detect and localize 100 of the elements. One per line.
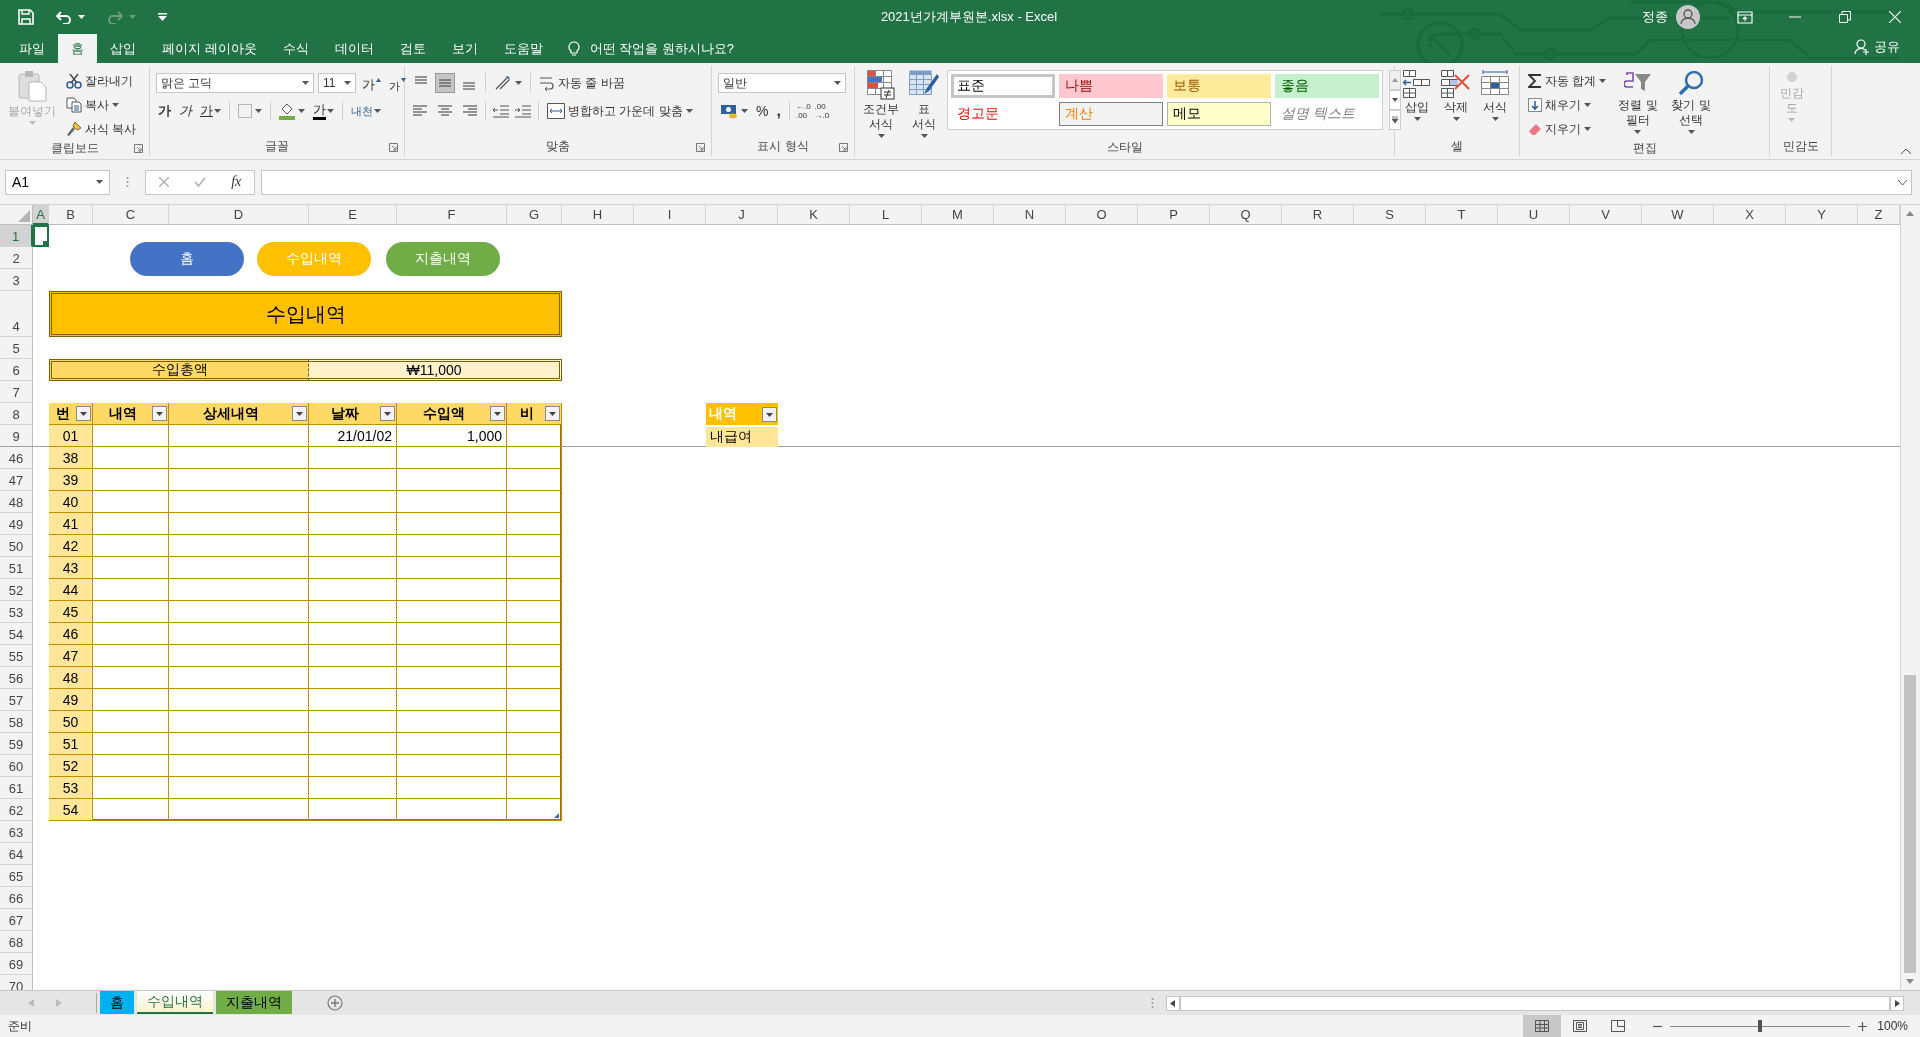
find-select-button[interactable]: 찾기 및 선택 bbox=[1667, 70, 1715, 134]
column-header[interactable]: M bbox=[922, 205, 994, 225]
format-painter-button[interactable]: 서식 복사 bbox=[64, 118, 139, 140]
row-header[interactable]: 46 bbox=[0, 447, 33, 469]
row-header[interactable]: 1 bbox=[0, 225, 33, 247]
sheet-tab[interactable]: 홈 bbox=[100, 991, 134, 1014]
column-header[interactable]: V bbox=[1570, 205, 1642, 225]
wrap-text-button[interactable]: 자동 줄 바꿈 bbox=[537, 72, 627, 94]
row-header[interactable]: 4 bbox=[0, 291, 33, 337]
row-header[interactable]: 53 bbox=[0, 601, 33, 623]
increase-decimal-button[interactable]: ←.0 .00 bbox=[795, 102, 811, 120]
row-header[interactable]: 51 bbox=[0, 557, 33, 579]
cut-button[interactable]: 잘라내기 bbox=[64, 70, 139, 92]
row-header[interactable]: 5 bbox=[0, 337, 33, 359]
grow-font-button[interactable]: 가 bbox=[360, 72, 383, 94]
column-header[interactable]: F bbox=[397, 205, 507, 225]
ribbon-tab[interactable]: 보기 bbox=[438, 34, 491, 63]
row-header[interactable]: 69 bbox=[0, 953, 33, 975]
row-header[interactable]: 56 bbox=[0, 667, 33, 689]
table-format-button[interactable]: 표 서식 bbox=[907, 70, 941, 138]
column-header[interactable]: B bbox=[49, 205, 93, 225]
row-header[interactable]: 64 bbox=[0, 843, 33, 865]
zoom-level[interactable]: 100% bbox=[1877, 1019, 1908, 1033]
conditional-format-button[interactable]: 조건부 서식 bbox=[861, 70, 901, 138]
autosum-button[interactable]: 자동 합계 bbox=[1526, 70, 1609, 92]
cell-style[interactable]: 나쁨 bbox=[1059, 74, 1163, 98]
sheet-tab[interactable]: 수입내역 bbox=[137, 991, 213, 1014]
column-header[interactable]: Y bbox=[1786, 205, 1858, 225]
column-header[interactable]: W bbox=[1642, 205, 1714, 225]
column-header[interactable]: E bbox=[309, 205, 397, 225]
font-size-field[interactable]: 11 bbox=[318, 73, 356, 93]
column-header[interactable]: Q bbox=[1210, 205, 1282, 225]
column-header[interactable]: Z bbox=[1858, 205, 1900, 225]
column-header[interactable]: C bbox=[93, 205, 169, 225]
row-header[interactable]: 66 bbox=[0, 887, 33, 909]
column-header[interactable]: K bbox=[778, 205, 850, 225]
cell-style[interactable]: 표준 bbox=[951, 74, 1055, 98]
row-header[interactable]: 65 bbox=[0, 865, 33, 887]
ribbon-tab[interactable]: 도움말 bbox=[490, 34, 556, 63]
row-header[interactable]: 8 bbox=[0, 403, 33, 425]
delete-cells-button[interactable]: 삭제 bbox=[1439, 70, 1473, 121]
ribbon-tab[interactable]: 파일 bbox=[6, 34, 58, 63]
tell-me-field[interactable]: 어떤 작업을 원하시나요? bbox=[587, 40, 742, 57]
row-header[interactable]: 50 bbox=[0, 535, 33, 557]
nav-button[interactable]: 홈 bbox=[130, 242, 244, 276]
percent-button[interactable]: % bbox=[754, 100, 771, 122]
row-header[interactable]: 62 bbox=[0, 799, 33, 821]
column-header[interactable]: N bbox=[994, 205, 1066, 225]
format-cells-button[interactable]: 서식 bbox=[1479, 70, 1511, 121]
column-header[interactable]: J bbox=[706, 205, 778, 225]
row-header[interactable]: 6 bbox=[0, 359, 33, 381]
column-header[interactable]: P bbox=[1138, 205, 1210, 225]
underline-button[interactable]: 가 bbox=[198, 100, 223, 122]
row-header[interactable]: 47 bbox=[0, 469, 33, 491]
row-header[interactable]: 48 bbox=[0, 491, 33, 513]
clear-button[interactable]: 지우기 bbox=[1526, 118, 1609, 140]
row-header[interactable]: 2 bbox=[0, 247, 33, 269]
row-header[interactable]: 60 bbox=[0, 755, 33, 777]
column-header[interactable]: D bbox=[169, 205, 309, 225]
column-header[interactable]: R bbox=[1282, 205, 1354, 225]
number-format-field[interactable]: 일반 bbox=[718, 73, 846, 93]
row-header[interactable]: 3 bbox=[0, 269, 33, 291]
column-header[interactable]: X bbox=[1714, 205, 1786, 225]
font-name-field[interactable]: 맑은 고딕 bbox=[156, 73, 314, 93]
row-header[interactable]: 55 bbox=[0, 645, 33, 667]
share-button[interactable]: 공유 bbox=[1874, 38, 1900, 56]
row-header[interactable]: 63 bbox=[0, 821, 33, 843]
column-header[interactable]: U bbox=[1498, 205, 1570, 225]
bold-button[interactable]: 가 bbox=[156, 100, 173, 122]
cell-style[interactable]: 보통 bbox=[1167, 74, 1271, 98]
column-header[interactable]: O bbox=[1066, 205, 1138, 225]
ribbon-tab[interactable]: 페이지 레이아웃 bbox=[149, 34, 270, 63]
insert-function-button[interactable]: fx bbox=[231, 174, 242, 190]
row-header[interactable]: 61 bbox=[0, 777, 33, 799]
column-header[interactable]: T bbox=[1426, 205, 1498, 225]
column-header[interactable]: G bbox=[507, 205, 562, 225]
insert-cells-button[interactable]: 삽입 bbox=[1401, 70, 1433, 121]
sheet-tab[interactable]: 지출내역 bbox=[216, 991, 292, 1014]
ribbon-tab[interactable]: 홈 bbox=[58, 34, 97, 63]
row-header[interactable]: 59 bbox=[0, 733, 33, 755]
cell-style[interactable]: 메모 bbox=[1167, 102, 1271, 126]
column-header[interactable]: S bbox=[1354, 205, 1426, 225]
ribbon-tab[interactable]: 수식 bbox=[269, 34, 322, 63]
row-header[interactable]: 9 bbox=[0, 425, 33, 447]
row-header[interactable]: 57 bbox=[0, 689, 33, 711]
name-box[interactable]: A1 bbox=[5, 169, 110, 195]
cell-style[interactable]: 좋음 bbox=[1275, 74, 1379, 98]
ribbon-tab[interactable]: 검토 bbox=[386, 34, 439, 63]
ribbon-tab[interactable]: 삽입 bbox=[97, 34, 149, 63]
ribbon-tab[interactable]: 데이터 bbox=[321, 34, 387, 63]
comma-button[interactable]: , bbox=[774, 100, 783, 122]
italic-button[interactable]: 가 bbox=[177, 100, 194, 122]
column-header[interactable]: I bbox=[634, 205, 706, 225]
row-header[interactable]: 54 bbox=[0, 623, 33, 645]
row-header[interactable]: 52 bbox=[0, 579, 33, 601]
font-color-button[interactable]: 가 bbox=[311, 100, 336, 122]
merge-center-button[interactable]: 병합하고 가운데 맞춤 bbox=[545, 100, 695, 122]
row-header[interactable]: 67 bbox=[0, 909, 33, 931]
copy-button[interactable]: 복사 bbox=[64, 94, 139, 116]
shrink-font-button[interactable]: 가 bbox=[387, 72, 408, 94]
